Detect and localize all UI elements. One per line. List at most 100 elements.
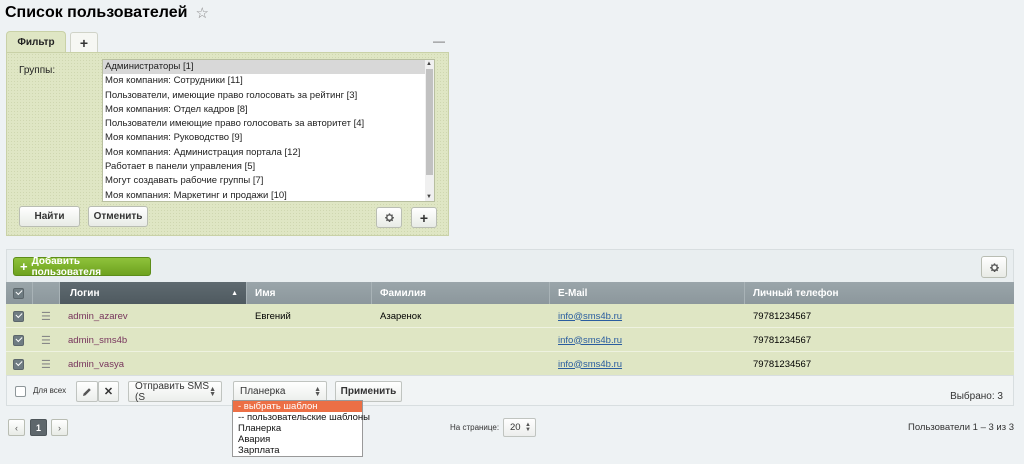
- groups-scrollbar[interactable]: ▲ ▼: [425, 60, 434, 201]
- filter-panel: Группы: Администраторы [1] Моя компания:…: [6, 52, 449, 236]
- delete-button[interactable]: ✕: [98, 381, 119, 402]
- column-login[interactable]: Логин ▲: [60, 282, 247, 304]
- cell-phone: 79781234567: [753, 358, 812, 370]
- users-summary: Пользователи 1 – 3 из 3: [908, 422, 1014, 433]
- plus-icon: +: [20, 259, 28, 274]
- close-icon: ✕: [103, 386, 114, 398]
- grid-header: Логин ▲ Имя Фамилия E-Mail Личный телефо…: [6, 282, 1014, 304]
- gear-icon: [384, 213, 394, 223]
- scrollbar-thumb[interactable]: [426, 69, 433, 175]
- groups-listbox[interactable]: Администраторы [1] Моя компания: Сотрудн…: [102, 59, 435, 202]
- email-link[interactable]: info@sms4b.ru: [558, 311, 622, 322]
- group-option[interactable]: Администраторы [1]: [103, 60, 434, 75]
- menu-icon[interactable]: ☰: [41, 334, 51, 347]
- table-row[interactable]: ☰ admin_sms4b info@sms4b.ru 79781234567: [6, 328, 1014, 352]
- group-option[interactable]: Моя компания: Отдел кадров [8]: [103, 103, 434, 117]
- row-checkbox[interactable]: [13, 310, 24, 322]
- login-link[interactable]: admin_sms4b: [68, 335, 127, 346]
- group-option[interactable]: Моя компания: Руководство [9]: [103, 131, 434, 145]
- next-page-button[interactable]: ›: [51, 419, 68, 436]
- group-option[interactable]: Моя компания: Администрация портала [12]: [103, 146, 434, 160]
- star-icon[interactable]: ☆: [196, 4, 209, 22]
- cell-email: info@sms4b.ru: [550, 304, 745, 328]
- column-surname[interactable]: Фамилия: [372, 282, 550, 304]
- dropdown-option[interactable]: -- пользовательские шаблоны: [233, 412, 370, 423]
- cell-name: [247, 328, 372, 352]
- email-link[interactable]: info@sms4b.ru: [558, 359, 622, 370]
- plus-icon: +: [419, 209, 429, 226]
- group-option[interactable]: Пользователи, имеющие право голосовать з…: [103, 89, 434, 103]
- row-select-cell: [6, 328, 33, 352]
- filter-settings-button[interactable]: [376, 207, 402, 228]
- template-select[interactable]: Планерка ▲ ▼: [233, 381, 327, 402]
- prev-page-button[interactable]: ‹: [8, 419, 25, 436]
- add-user-button[interactable]: + Добавить пользователя: [13, 256, 151, 278]
- cell-phone: 79781234567: [753, 334, 812, 346]
- cell-surname: [372, 352, 550, 376]
- group-option[interactable]: Работает в панели управления [5]: [103, 160, 434, 174]
- table-row[interactable]: ☰ admin_azarev Евгений Азаренок info@sms…: [6, 304, 1014, 328]
- group-option[interactable]: Пользователи имеющие право голосовать за…: [103, 117, 434, 131]
- cancel-button[interactable]: Отменить: [88, 206, 148, 227]
- cell-login: admin_sms4b: [60, 328, 247, 352]
- apply-button[interactable]: Применить: [335, 381, 402, 402]
- dropdown-option[interactable]: Планерка: [233, 423, 362, 434]
- cell-email: info@sms4b.ru: [550, 328, 745, 352]
- column-name[interactable]: Имя: [247, 282, 372, 304]
- dropdown-option[interactable]: Авария: [233, 434, 362, 445]
- dropdown-option[interactable]: Зарплата: [233, 445, 362, 456]
- page-title: Список пользователей ☆: [5, 4, 209, 22]
- grid-settings-button[interactable]: [981, 256, 1007, 278]
- for-all-checkbox[interactable]: [15, 386, 26, 397]
- column-phone[interactable]: Личный телефон: [745, 282, 1014, 304]
- row-menu-cell: ☰: [33, 328, 60, 352]
- column-email[interactable]: E-Mail: [550, 282, 745, 304]
- row-select-cell: [6, 304, 33, 328]
- find-button[interactable]: Найти: [19, 206, 80, 227]
- per-page-select[interactable]: 20 ▲ ▼: [503, 418, 536, 437]
- menu-icon[interactable]: ☰: [41, 310, 51, 323]
- group-option[interactable]: Моя компания: Маркетинг и продажи [10]: [103, 189, 434, 201]
- scroll-up-icon[interactable]: ▲: [426, 61, 432, 67]
- action-select[interactable]: Отправить SMS (S ▲ ▼: [128, 381, 222, 403]
- table-row[interactable]: ☰ admin_vasya info@sms4b.ru 79781234567: [6, 352, 1014, 376]
- row-select-cell: [6, 352, 33, 376]
- group-actions-bar: Для всех ✕ Отправить SMS (S ▲ ▼ Планерка …: [6, 375, 1014, 406]
- updown-icon: ▲ ▼: [314, 385, 321, 398]
- groups-label: Группы:: [19, 65, 56, 76]
- updown-icon: ▲ ▼: [525, 421, 531, 433]
- page-title-text: Список пользователей: [5, 4, 188, 21]
- page-button-current[interactable]: 1: [30, 419, 47, 436]
- row-menu-cell: ☰: [33, 352, 60, 376]
- minus-icon[interactable]: —: [433, 34, 445, 48]
- grid-toolbar: + Добавить пользователя: [6, 249, 1014, 282]
- column-surname-label: Фамилия: [380, 287, 426, 299]
- row-menu-cell: ☰: [33, 304, 60, 328]
- login-link[interactable]: admin_azarev: [68, 311, 128, 322]
- tab-filter[interactable]: Фильтр: [6, 31, 66, 53]
- per-page-label: На странице:: [450, 423, 500, 432]
- scroll-down-icon[interactable]: ▼: [426, 194, 432, 200]
- login-link[interactable]: admin_vasya: [68, 359, 124, 370]
- dropdown-option[interactable]: - выбрать шаблон: [233, 401, 362, 412]
- column-login-label: Логин: [70, 287, 100, 299]
- edit-button[interactable]: [76, 381, 98, 402]
- email-link[interactable]: info@sms4b.ru: [558, 335, 622, 346]
- cell-login: admin_vasya: [60, 352, 247, 376]
- for-all-label: Для всех: [33, 386, 67, 395]
- template-dropdown[interactable]: - выбрать шаблон -- пользовательские шаб…: [232, 400, 370, 457]
- row-checkbox[interactable]: [13, 358, 24, 370]
- chevron-right-icon: ›: [58, 422, 61, 433]
- group-option[interactable]: Моя компания: Сотрудники [11]: [103, 74, 434, 88]
- row-checkbox[interactable]: [13, 334, 24, 346]
- select-all-checkbox[interactable]: [13, 287, 24, 299]
- group-option[interactable]: Могут создавать рабочие группы [7]: [103, 174, 434, 188]
- cell-email: info@sms4b.ru: [550, 352, 745, 376]
- updown-icon: ▲ ▼: [209, 385, 216, 398]
- filter-tabs: Фильтр +: [6, 31, 98, 53]
- add-filter-field-button[interactable]: +: [411, 207, 437, 228]
- plus-icon: +: [79, 34, 89, 51]
- add-filter-tab-button[interactable]: +: [70, 32, 98, 52]
- menu-icon[interactable]: ☰: [41, 358, 51, 371]
- template-select-value: Планерка: [240, 386, 286, 397]
